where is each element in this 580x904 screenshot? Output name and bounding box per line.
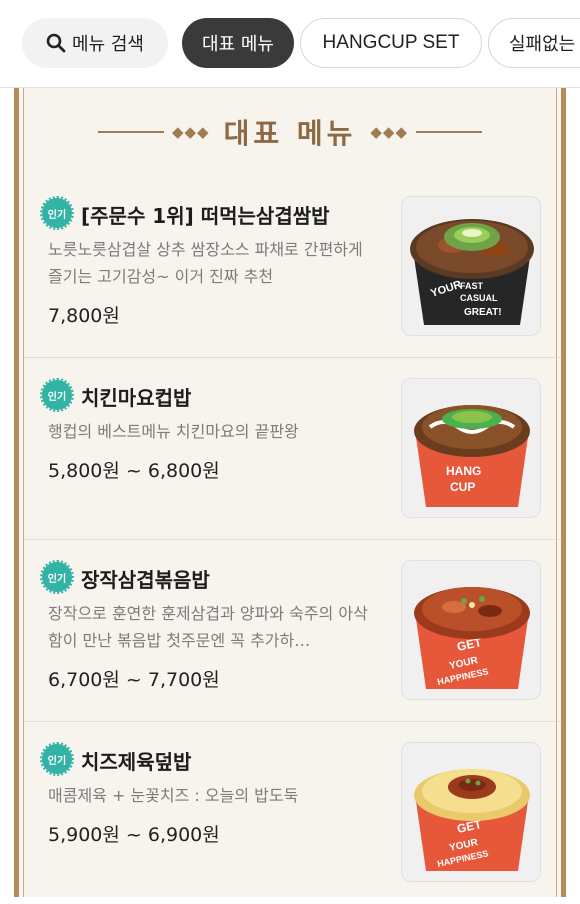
- menu-item-description: 매콤제육 + 눈꽃치즈 : 오늘의 밥도둑: [48, 786, 299, 805]
- svg-text:HANG: HANG: [446, 464, 481, 478]
- menu-item-price: 5,800원 ~ 6,800원: [48, 460, 220, 482]
- menu-search-label: 메뉴 검색: [72, 34, 144, 55]
- section-title: 대표 메뉴: [223, 117, 357, 150]
- svg-text:GREAT!: GREAT!: [464, 307, 502, 318]
- header-rule-left: [97, 131, 164, 133]
- popular-badge: 인기: [40, 560, 74, 594]
- menu-item-price: 5,900원 ~ 6,900원: [48, 824, 220, 846]
- menu-item-description: 행컵의 베스트메뉴 치킨마요의 끝판왕: [48, 422, 299, 441]
- menu-item-name: 장작삼겹볶음밥: [81, 568, 210, 592]
- menu-item-description: 노릇노릇삼겹살 상추 쌈장소스 파채로 간편하게 즐기는 고기감성~ 이거 진짜…: [48, 240, 363, 286]
- tab-no-fail[interactable]: 실패없는: [488, 18, 580, 68]
- popular-badge: 인기: [40, 742, 74, 776]
- header-rule-right: [416, 131, 482, 133]
- popular-badge: 인기: [40, 196, 74, 230]
- section-header: ◆◆◆ 대표 메뉴 ◆◆◆: [19, 112, 561, 152]
- svg-text:CUP: CUP: [450, 480, 475, 494]
- menu-item[interactable]: 인기 [주문수 1위] 떠먹는삼겹쌈밥 노릇노릇삼겹살 상추 쌈장소스 파채로 …: [24, 176, 561, 358]
- svg-text:FAST: FAST: [460, 281, 484, 291]
- menu-search-button[interactable]: 메뉴 검색: [22, 18, 168, 68]
- menu-section-frame: ◆◆◆ 대표 메뉴 ◆◆◆ 인기 [주문수 1위] 떠먹는삼겹쌈밥 노릇노릇삼겹…: [14, 88, 566, 897]
- menu-item-price: 7,800원: [48, 305, 120, 327]
- search-icon: [46, 33, 66, 53]
- menu-item-image[interactable]: HANG CUP: [401, 378, 541, 518]
- menu-item-image[interactable]: GET YOUR HAPPINESS: [401, 560, 541, 700]
- menu-item[interactable]: 인기 치즈제육덮밥 매콤제육 + 눈꽃치즈 : 오늘의 밥도둑 5,900원 ~…: [24, 722, 561, 904]
- menu-item-image[interactable]: GET YOUR HAPPINESS: [401, 742, 541, 882]
- tab-hangcup-set[interactable]: HANGCUP SET: [300, 18, 482, 68]
- header-ornament-right: ◆◆◆: [370, 123, 408, 141]
- header-ornament-left: ◆◆◆: [171, 123, 210, 141]
- rice-bowl-icon: YOUR FAST CASUAL GREAT!: [410, 219, 534, 325]
- rice-bowl-icon: GET YOUR HAPPINESS: [414, 587, 530, 689]
- rice-bowl-icon: HANG CUP: [414, 405, 530, 507]
- rice-bowl-icon: GET YOUR HAPPINESS: [414, 769, 530, 871]
- menu-item-name: 치킨마요컵밥: [81, 386, 192, 410]
- menu-item-price: 6,700원 ~ 7,700원: [48, 669, 220, 691]
- menu-item-name: [주문수 1위] 떠먹는삼겹쌈밥: [81, 204, 330, 228]
- menu-item-image[interactable]: YOUR FAST CASUAL GREAT!: [401, 196, 541, 336]
- tab-signature-menu[interactable]: 대표 메뉴: [182, 18, 294, 68]
- menu-item[interactable]: 인기 치킨마요컵밥 행컵의 베스트메뉴 치킨마요의 끝판왕 5,800원 ~ 6…: [24, 358, 561, 540]
- category-tab-bar: 메뉴 검색 대표 메뉴 HANGCUP SET 실패없는: [0, 0, 580, 88]
- popular-badge: 인기: [40, 378, 74, 412]
- menu-item[interactable]: 인기 장작삼겹볶음밥 장작으로 훈연한 훈제삼겹과 양파와 숙주의 아삭함이 만…: [24, 540, 561, 722]
- menu-item-description: 장작으로 훈연한 훈제삼겹과 양파와 숙주의 아삭함이 만난 볶음밥 첫주문엔 …: [48, 604, 368, 650]
- menu-item-name: 치즈제육덮밥: [81, 750, 192, 774]
- svg-text:CASUAL: CASUAL: [460, 293, 498, 303]
